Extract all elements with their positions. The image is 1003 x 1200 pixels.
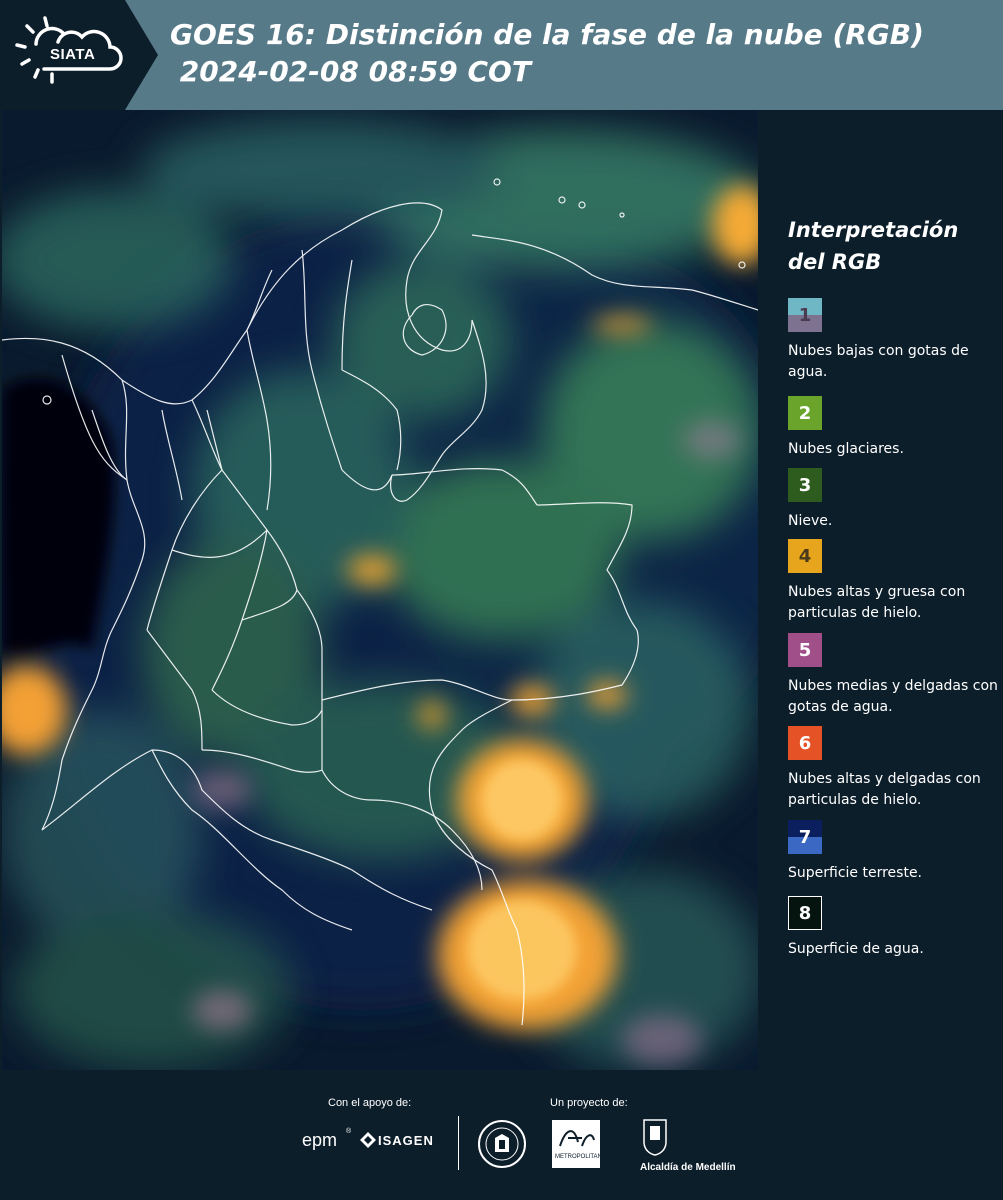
legend-label-1: Nubes bajas con gotas de agua. xyxy=(788,343,969,380)
legend-title: Interpretación del RGB xyxy=(788,218,959,274)
legend-number-6: 6 xyxy=(798,732,812,754)
isagen-logo: ISAGEN xyxy=(378,1133,434,1148)
legend-item-8: 8 Superficie de agua. xyxy=(788,896,998,960)
siata-logo-text: SIATA xyxy=(50,46,96,63)
legend-panel: Interpretación del RGB 1 Nubes bajas con… xyxy=(770,110,1003,1070)
legend-number-5: 5 xyxy=(798,639,812,661)
legend-label-3: Nieve. xyxy=(788,513,833,529)
legend-swatch-6: 6 xyxy=(788,726,822,760)
legend-item-6: 6 Nubes altas y delgadas con particulas … xyxy=(788,726,998,811)
page-title: GOES 16: Distinción de la fase de la nub… xyxy=(170,16,924,90)
legend-item-5: 5 Nubes medias y delgadas con gotas de a… xyxy=(788,633,998,718)
legend-label-4: Nubes altas y gruesa con particulas de h… xyxy=(788,584,966,621)
legend-swatch-5: 5 xyxy=(788,633,822,667)
legend-item-3: 3 Nieve. xyxy=(788,468,998,532)
support-label: Con el apoyo de: xyxy=(328,1097,412,1109)
legend-swatch-2: 2 xyxy=(788,396,822,430)
isagen-icon xyxy=(360,1132,376,1148)
alcaldia-shield-icon xyxy=(642,1118,668,1156)
satellite-map xyxy=(2,110,758,1070)
area-metropolitana-logo: METROPOLITANA xyxy=(552,1120,606,1168)
epm-logo: epm xyxy=(302,1130,338,1150)
legend-number-8: 8 xyxy=(798,902,812,924)
legend-label-7: Superficie terreste. xyxy=(788,865,923,881)
legend-number-3: 3 xyxy=(798,474,812,496)
legend-label-8: Superficie de agua. xyxy=(788,941,924,957)
legend-swatch-7: 7 xyxy=(788,820,822,854)
legend-number-1: 1 xyxy=(798,304,812,326)
legend-swatch-1: 1 xyxy=(788,298,822,332)
legend-number-7: 7 xyxy=(798,826,812,848)
legend-swatch-8: 8 xyxy=(788,896,822,930)
university-seal-icon xyxy=(478,1120,526,1168)
legend-label-5: Nubes medias y delgadas con gotas de agu… xyxy=(788,678,998,715)
footer-bar: Con el apoyo de: Un proyecto de: epm ® I… xyxy=(0,1070,1003,1200)
legend-item-4: 4 Nubes altas y gruesa con particulas de… xyxy=(788,539,998,624)
legend-swatch-3: 3 xyxy=(788,468,822,502)
area-metropolitana-text: METROPOLITANA xyxy=(555,1154,606,1160)
legend-number-2: 2 xyxy=(798,402,812,424)
alcaldia-label: Alcaldía de Medellín xyxy=(640,1162,736,1173)
title-line-1: GOES 16: Distinción de la fase de la nub… xyxy=(170,18,924,51)
legend-label-2: Nubes glaciares. xyxy=(788,441,904,457)
title-line-2: 2024-02-08 08:59 COT xyxy=(170,55,531,88)
header-bar: SIATA GOES 16: Distinción de la fase de … xyxy=(0,0,1003,110)
footer-divider xyxy=(458,1116,459,1170)
project-label: Un proyecto de: xyxy=(550,1097,628,1109)
legend-swatch-4: 4 xyxy=(788,539,822,573)
legend-number-4: 4 xyxy=(798,545,812,567)
legend-item-2: 2 Nubes glaciares. xyxy=(788,396,998,460)
legend-label-6: Nubes altas y delgadas con particulas de… xyxy=(788,771,981,808)
legend-item-7: 7 Superficie terreste. xyxy=(788,820,998,884)
legend-item-1: 1 Nubes bajas con gotas de agua. xyxy=(788,298,998,383)
siata-logo: SIATA xyxy=(0,0,160,110)
registered-mark: ® xyxy=(346,1128,352,1135)
